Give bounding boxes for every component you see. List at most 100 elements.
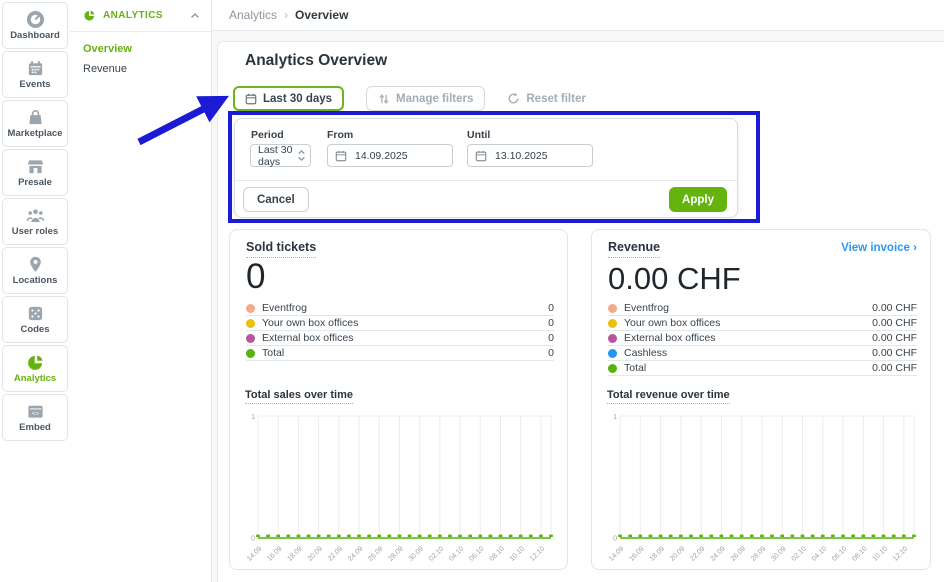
- sidebar-item-label: Presale: [18, 178, 52, 188]
- chevron-up-icon[interactable]: [189, 10, 201, 22]
- pie-chart-icon: [83, 9, 96, 22]
- svg-text:14.09: 14.09: [246, 545, 263, 562]
- svg-text:26.09: 26.09: [367, 545, 384, 562]
- legend-dot: [246, 334, 255, 343]
- pie-chart-icon: [26, 353, 45, 372]
- gauge-icon: [26, 10, 45, 29]
- date-range-button[interactable]: Last 30 days: [233, 86, 344, 111]
- svg-text:08.10: 08.10: [851, 545, 868, 562]
- sold-tickets-total: 0: [246, 257, 265, 297]
- view-invoice-link[interactable]: View invoice ›: [841, 242, 917, 254]
- breadcrumb: Analytics › Overview: [212, 0, 944, 31]
- svg-text:30.09: 30.09: [408, 545, 425, 562]
- sidebar-item-label: Marketplace: [8, 129, 63, 139]
- legend-label: Eventfrog: [262, 302, 541, 314]
- period-value: Last 30 days: [258, 144, 297, 168]
- select-arrows-icon: [297, 149, 306, 162]
- revenue-title: Revenue: [608, 240, 660, 258]
- from-date-field[interactable]: [327, 144, 453, 167]
- from-date-input[interactable]: [353, 149, 437, 163]
- svg-text:04.10: 04.10: [811, 545, 828, 562]
- sidebar-item-dashboard[interactable]: Dashboard: [2, 2, 68, 49]
- until-date-input[interactable]: [493, 149, 577, 163]
- legend-label: Your own box offices: [262, 317, 541, 329]
- sold-tickets-title: Sold tickets: [246, 240, 316, 258]
- popover-divider: [235, 180, 737, 181]
- svg-text:30.09: 30.09: [770, 545, 787, 562]
- sales-chart-title: Total sales over time: [245, 389, 353, 404]
- until-date-field[interactable]: [467, 144, 593, 167]
- legend-value: 0.00 CHF: [872, 317, 917, 329]
- legend-value: 0: [548, 317, 554, 329]
- sold-tickets-legend: Eventfrog 0 Your own box offices 0 Exter…: [246, 301, 554, 361]
- legend-label: Your own box offices: [624, 317, 865, 329]
- from-label: From: [327, 129, 353, 141]
- sidebar-item-codes[interactable]: Codes: [2, 296, 68, 343]
- svg-text:14.09: 14.09: [608, 545, 625, 562]
- sidebar-item-locations[interactable]: Locations: [2, 247, 68, 294]
- svg-text:24.09: 24.09: [347, 545, 364, 562]
- revenue-chart-title: Total revenue over time: [607, 389, 730, 404]
- subnav-header[interactable]: ANALYTICS: [70, 0, 211, 32]
- revenue-total: 0.00 CHF: [608, 261, 741, 297]
- sidebar-item-presale[interactable]: Presale: [2, 149, 68, 196]
- breadcrumb-parent[interactable]: Analytics: [229, 8, 277, 22]
- sidebar-item-analytics[interactable]: Analytics: [2, 345, 68, 392]
- svg-text:18.09: 18.09: [286, 545, 303, 562]
- legend-row: Eventfrog 0.00 CHF: [608, 301, 917, 316]
- svg-text:06.10: 06.10: [831, 545, 848, 562]
- svg-text:20.09: 20.09: [669, 545, 686, 562]
- icon-sidebar: Dashboard Events Marketplace Presale Use: [0, 0, 70, 582]
- period-select[interactable]: Last 30 days: [250, 144, 311, 167]
- sidebar-item-events[interactable]: Events: [2, 51, 68, 98]
- svg-text:24.09: 24.09: [709, 545, 726, 562]
- subnav-item-overview[interactable]: Overview: [83, 42, 211, 56]
- svg-text:26.09: 26.09: [730, 545, 747, 562]
- embed-code-icon: <>: [26, 402, 45, 421]
- svg-text:02.10: 02.10: [428, 545, 445, 562]
- legend-row: Total 0: [246, 346, 554, 361]
- sidebar-item-label: Embed: [19, 423, 51, 433]
- svg-text:20.09: 20.09: [307, 545, 324, 562]
- legend-label: External box offices: [262, 332, 541, 344]
- revenue-card: Revenue View invoice › 0.00 CHF Eventfro…: [591, 229, 931, 570]
- period-label: Period: [251, 129, 284, 141]
- breadcrumb-current: Overview: [295, 8, 348, 22]
- revenue-line-chart: 1014.0916.0918.0920.0922.0924.0926.0928.…: [607, 409, 917, 572]
- svg-text:22.09: 22.09: [327, 545, 344, 562]
- date-filter-popover: Period From Until Last 30 days: [234, 118, 738, 218]
- sidebar-item-embed[interactable]: <> Embed: [2, 394, 68, 441]
- sidebar-item-marketplace[interactable]: Marketplace: [2, 100, 68, 147]
- svg-text:08.10: 08.10: [489, 545, 506, 562]
- svg-text:16.09: 16.09: [266, 545, 283, 562]
- manage-filters-button[interactable]: Manage filters: [366, 86, 485, 111]
- legend-row: Eventfrog 0: [246, 301, 554, 316]
- sidebar-item-user-roles[interactable]: User roles: [2, 198, 68, 245]
- svg-text:0: 0: [613, 536, 617, 543]
- reset-filter-button[interactable]: Reset filter: [501, 87, 591, 110]
- legend-label: Total: [262, 347, 541, 359]
- date-range-label: Last 30 days: [263, 93, 332, 105]
- content-area: Analytics Overview Last 30 days Manage f…: [212, 31, 944, 582]
- legend-row: Your own box offices 0.00 CHF: [608, 316, 917, 331]
- legend-row: Cashless 0.00 CHF: [608, 346, 917, 361]
- legend-label: Total: [624, 362, 865, 374]
- analytics-subnav: ANALYTICS Overview Revenue: [70, 0, 212, 582]
- svg-text:1: 1: [613, 414, 617, 421]
- dice-icon: [26, 304, 45, 323]
- subnav-item-revenue[interactable]: Revenue: [83, 62, 211, 76]
- apply-button[interactable]: Apply: [669, 187, 727, 212]
- legend-dot: [608, 364, 617, 373]
- svg-text:28.09: 28.09: [750, 545, 767, 562]
- svg-text:<>: <>: [31, 410, 39, 417]
- calendar-icon: [475, 150, 487, 162]
- until-label: Until: [467, 129, 490, 141]
- cancel-button[interactable]: Cancel: [243, 187, 309, 212]
- svg-text:10.10: 10.10: [509, 545, 526, 562]
- page-title: Analytics Overview: [245, 52, 387, 70]
- manage-filters-label: Manage filters: [396, 93, 473, 105]
- reset-icon: [507, 92, 520, 105]
- legend-dot: [608, 319, 617, 328]
- svg-text:02.10: 02.10: [791, 545, 808, 562]
- legend-row: Your own box offices 0: [246, 316, 554, 331]
